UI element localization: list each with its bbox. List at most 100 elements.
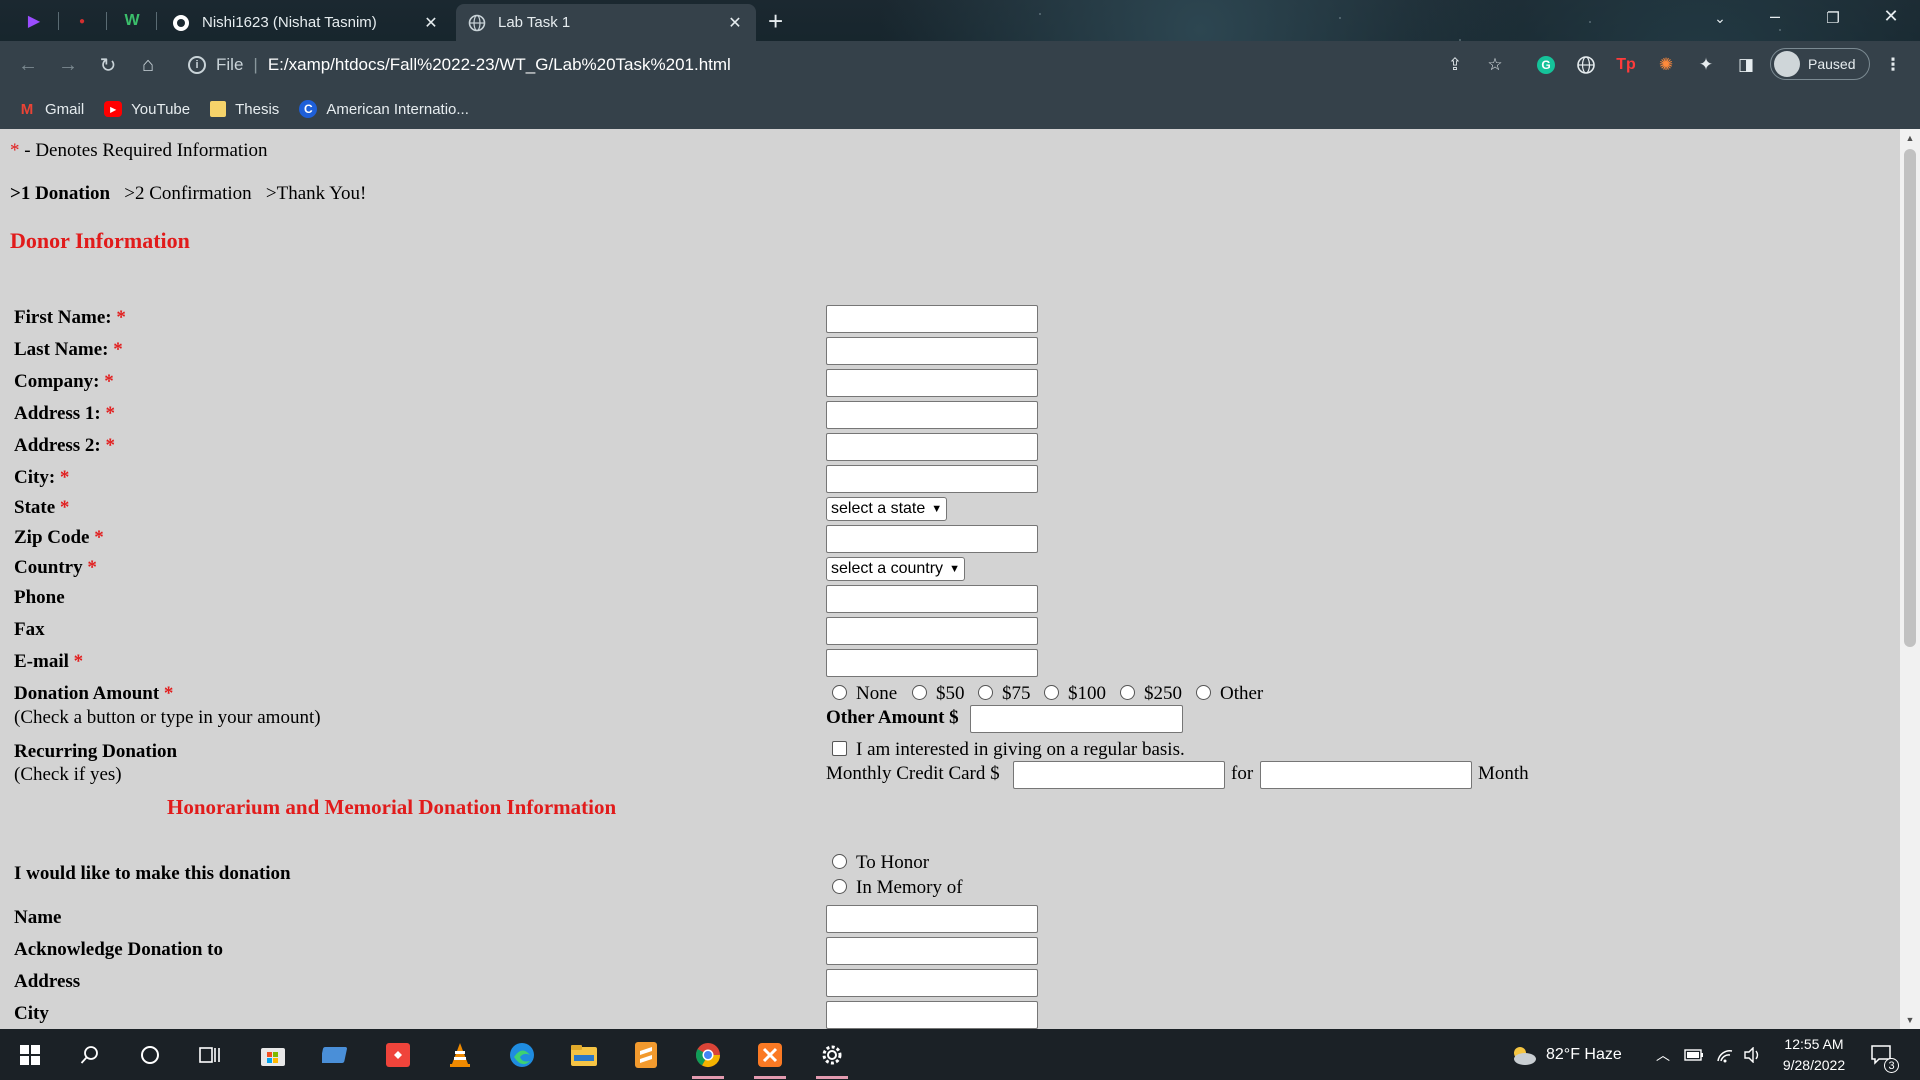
memorial-address-field[interactable] — [826, 969, 1038, 997]
page-scrollbar[interactable]: ▲ ▼ — [1900, 129, 1920, 1029]
volume-icon[interactable] — [1743, 1029, 1763, 1080]
monthly-amount-field[interactable] — [1013, 761, 1225, 789]
bookmark-aiub[interactable]: C American Internatio... — [299, 100, 469, 118]
share-icon[interactable]: ⇪ — [1442, 52, 1468, 78]
file-explorer-icon[interactable] — [564, 1037, 604, 1073]
cookie-icon[interactable]: ✺ — [1653, 52, 1679, 78]
for-label: for — [1231, 763, 1254, 784]
email-field[interactable] — [826, 649, 1038, 677]
donation-radio-none[interactable] — [832, 685, 847, 700]
vpn-globe-icon[interactable] — [1573, 52, 1599, 78]
donation-radio-75[interactable] — [978, 685, 993, 700]
anydesk-icon[interactable] — [378, 1037, 418, 1073]
chrome-icon[interactable] — [688, 1037, 728, 1079]
step-1: >1 Donation — [10, 183, 111, 204]
xampp-icon[interactable] — [750, 1037, 790, 1079]
memorial-name-field[interactable] — [826, 905, 1038, 933]
address1-field[interactable] — [826, 401, 1038, 429]
company-field[interactable] — [826, 369, 1038, 397]
phone-field[interactable] — [826, 585, 1038, 613]
donation-radio-50[interactable] — [912, 685, 927, 700]
grammarly-icon[interactable]: G — [1533, 52, 1559, 78]
scrollbar-thumb[interactable] — [1904, 149, 1916, 647]
fax-field[interactable] — [826, 617, 1038, 645]
battery-icon[interactable] — [1684, 1029, 1704, 1080]
settings-gear-icon[interactable] — [812, 1037, 852, 1079]
donation-radio-other[interactable] — [1196, 685, 1211, 700]
close-icon[interactable]: ✕ — [422, 13, 440, 33]
memorial-address-label: Address — [14, 971, 81, 992]
donation-option-250: $250 — [1144, 683, 1182, 704]
folder-icon — [210, 101, 227, 117]
task-view-icon[interactable] — [190, 1037, 230, 1073]
bookmark-star-icon[interactable]: ☆ — [1482, 52, 1508, 78]
weather-widget[interactable]: 82°F Haze — [1508, 1029, 1622, 1080]
chevron-down-icon: ▼ — [931, 503, 943, 515]
minimize-icon[interactable]: – — [1760, 6, 1790, 27]
github-icon — [172, 14, 190, 32]
wifi-icon[interactable] — [1716, 1029, 1734, 1080]
vlc-icon[interactable] — [440, 1037, 480, 1073]
close-icon[interactable]: ✕ — [726, 13, 744, 33]
tp-extension-icon[interactable]: Tp — [1613, 52, 1639, 78]
scroll-down-icon[interactable]: ▼ — [1900, 1015, 1920, 1025]
windows-start-icon[interactable] — [10, 1037, 50, 1073]
donation-radio-100[interactable] — [1044, 685, 1059, 700]
recurring-checkbox[interactable] — [832, 741, 847, 756]
recurring-label: Recurring Donation — [14, 741, 178, 762]
bookmark-youtube[interactable]: ▶ YouTube — [104, 101, 190, 118]
search-icon[interactable] — [70, 1037, 110, 1073]
to-honor-radio[interactable] — [832, 854, 847, 869]
app-icon[interactable] — [316, 1037, 356, 1073]
forward-icon[interactable]: → — [54, 51, 82, 79]
extensions-puzzle-icon[interactable]: ✦ — [1693, 52, 1719, 78]
city-field[interactable] — [826, 465, 1038, 493]
address-url[interactable]: E:/xamp/htdocs/Fall%2022-23/WT_G/Lab%20T… — [268, 55, 731, 75]
required-note: * - Denotes Required Information — [10, 140, 268, 161]
menu-kebab-icon[interactable]: ⋮ — [1880, 52, 1906, 78]
profile-button[interactable]: Paused — [1770, 48, 1870, 80]
new-tab-button[interactable]: + — [768, 6, 783, 37]
scroll-up-icon[interactable]: ▲ — [1900, 133, 1920, 143]
pinned-tab-play-icon[interactable]: ▶ — [22, 9, 46, 33]
months-field[interactable] — [1260, 761, 1472, 789]
bookmark-gmail[interactable]: M Gmail — [18, 101, 84, 118]
tab-github[interactable]: Nishi1623 (Nishat Tasnim) ✕ — [160, 4, 452, 41]
bookmark-thesis[interactable]: Thesis — [210, 101, 279, 118]
first-name-field[interactable] — [826, 305, 1038, 333]
sublime-text-icon[interactable] — [626, 1037, 666, 1073]
show-hidden-icons-icon[interactable]: ︿ — [1656, 1029, 1670, 1080]
in-memory-radio[interactable] — [832, 879, 847, 894]
memorial-city-field[interactable] — [826, 1001, 1038, 1029]
notification-count: 3 — [1884, 1058, 1899, 1073]
restore-icon[interactable]: ❐ — [1818, 9, 1848, 27]
store-icon[interactable] — [253, 1037, 293, 1073]
state-select[interactable]: select a state ▼ — [826, 497, 948, 521]
pinned-tab-app-icon[interactable]: ● — [70, 9, 94, 33]
last-name-field[interactable] — [826, 337, 1038, 365]
first-name-label: First Name: * — [14, 307, 126, 328]
tab-lab-task[interactable]: Lab Task 1 ✕ — [456, 4, 756, 41]
country-select[interactable]: select a country ▼ — [826, 557, 965, 581]
close-window-icon[interactable]: ✕ — [1876, 6, 1906, 27]
address-bar[interactable]: i File | E:/xamp/htdocs/Fall%2022-23/WT_… — [178, 47, 1428, 83]
back-icon[interactable]: ← — [14, 51, 42, 79]
pinned-tab-w-icon[interactable]: W — [120, 9, 144, 33]
tab-search-icon[interactable]: ⌄ — [1705, 10, 1735, 27]
cortana-icon[interactable] — [130, 1037, 170, 1073]
email-label: E-mail * — [14, 651, 84, 672]
info-icon[interactable]: i — [188, 56, 206, 74]
notifications-button[interactable]: 3 — [1870, 1029, 1899, 1080]
country-label: Country * — [14, 557, 97, 578]
address2-field[interactable] — [826, 433, 1038, 461]
clock[interactable]: 12:55 AM 9/28/2022 — [1768, 1034, 1860, 1076]
donation-radio-250[interactable] — [1120, 685, 1135, 700]
zip-field[interactable] — [826, 525, 1038, 553]
last-name-label: Last Name: * — [14, 339, 123, 360]
acknowledge-field[interactable] — [826, 937, 1038, 965]
side-panel-icon[interactable]: ◨ — [1733, 52, 1759, 78]
other-amount-field[interactable] — [970, 705, 1183, 733]
reload-icon[interactable]: ↻ — [94, 51, 122, 79]
home-icon[interactable]: ⌂ — [134, 51, 162, 79]
edge-icon[interactable] — [502, 1037, 542, 1073]
